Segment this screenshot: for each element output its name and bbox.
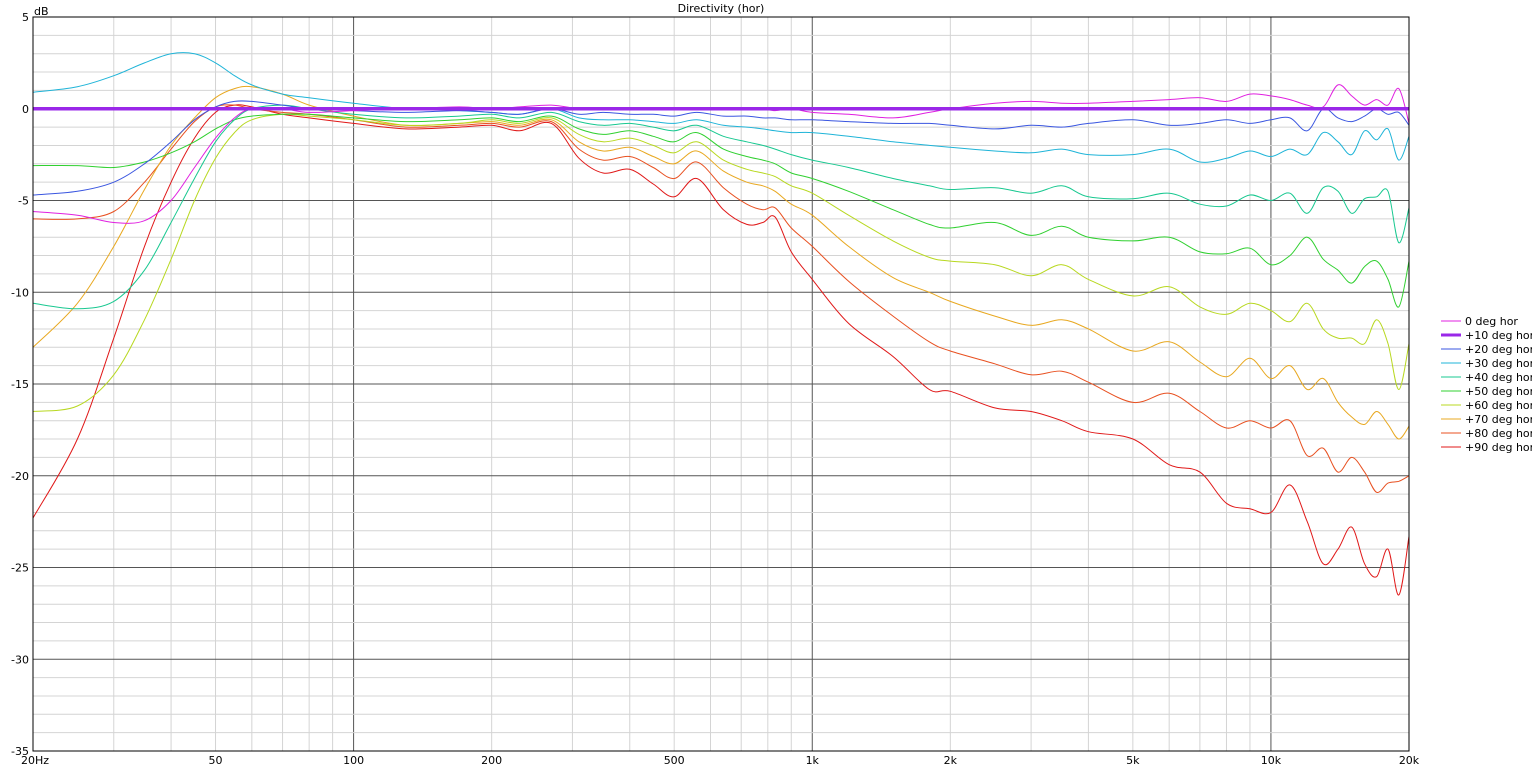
directivity-chart: 20Hz 50 100 200 500 1k 2k 5k 10k 20k50-5-10-15-20… (0, 0, 1532, 769)
legend-label: +90 deg hor (1465, 441, 1532, 454)
y-tick-label: -15 (11, 378, 29, 391)
legend-label: +40 deg hor (1465, 371, 1532, 384)
legend-label: +30 deg hor (1465, 357, 1532, 370)
legend-label: +70 deg hor (1465, 413, 1532, 426)
x-tick-label: 20k (1399, 754, 1420, 767)
x-tick-label: 5k (1126, 754, 1140, 767)
y-tick-label: -35 (11, 745, 29, 758)
y-tick-label: -20 (11, 470, 29, 483)
legend-label: +10 deg hor (1465, 329, 1532, 342)
x-tick-label: 50 (209, 754, 223, 767)
y-tick-label: 0 (22, 103, 29, 116)
y-tick-label: -5 (18, 195, 29, 208)
y-axis-label: dB (34, 5, 49, 18)
y-tick-label: -10 (11, 286, 29, 299)
x-tick-label: 10k (1261, 754, 1282, 767)
x-tick-label: 200 (481, 754, 502, 767)
legend-label: +50 deg hor (1465, 385, 1532, 398)
y-tick-label: -25 (11, 562, 29, 575)
legend-label: +80 deg hor (1465, 427, 1532, 440)
legend-label: +60 deg hor (1465, 399, 1532, 412)
x-tick-label: 2k (944, 754, 958, 767)
x-tick-label: 1k (806, 754, 820, 767)
x-tick-label: 100 (343, 754, 364, 767)
legend-label: +20 deg hor (1465, 343, 1532, 356)
legend-label: 0 deg hor (1465, 315, 1518, 328)
x-tick-label: 500 (664, 754, 685, 767)
y-tick-label: 5 (22, 11, 29, 24)
y-tick-label: -30 (11, 653, 29, 666)
chart-title: Directivity (hor) (678, 2, 765, 15)
